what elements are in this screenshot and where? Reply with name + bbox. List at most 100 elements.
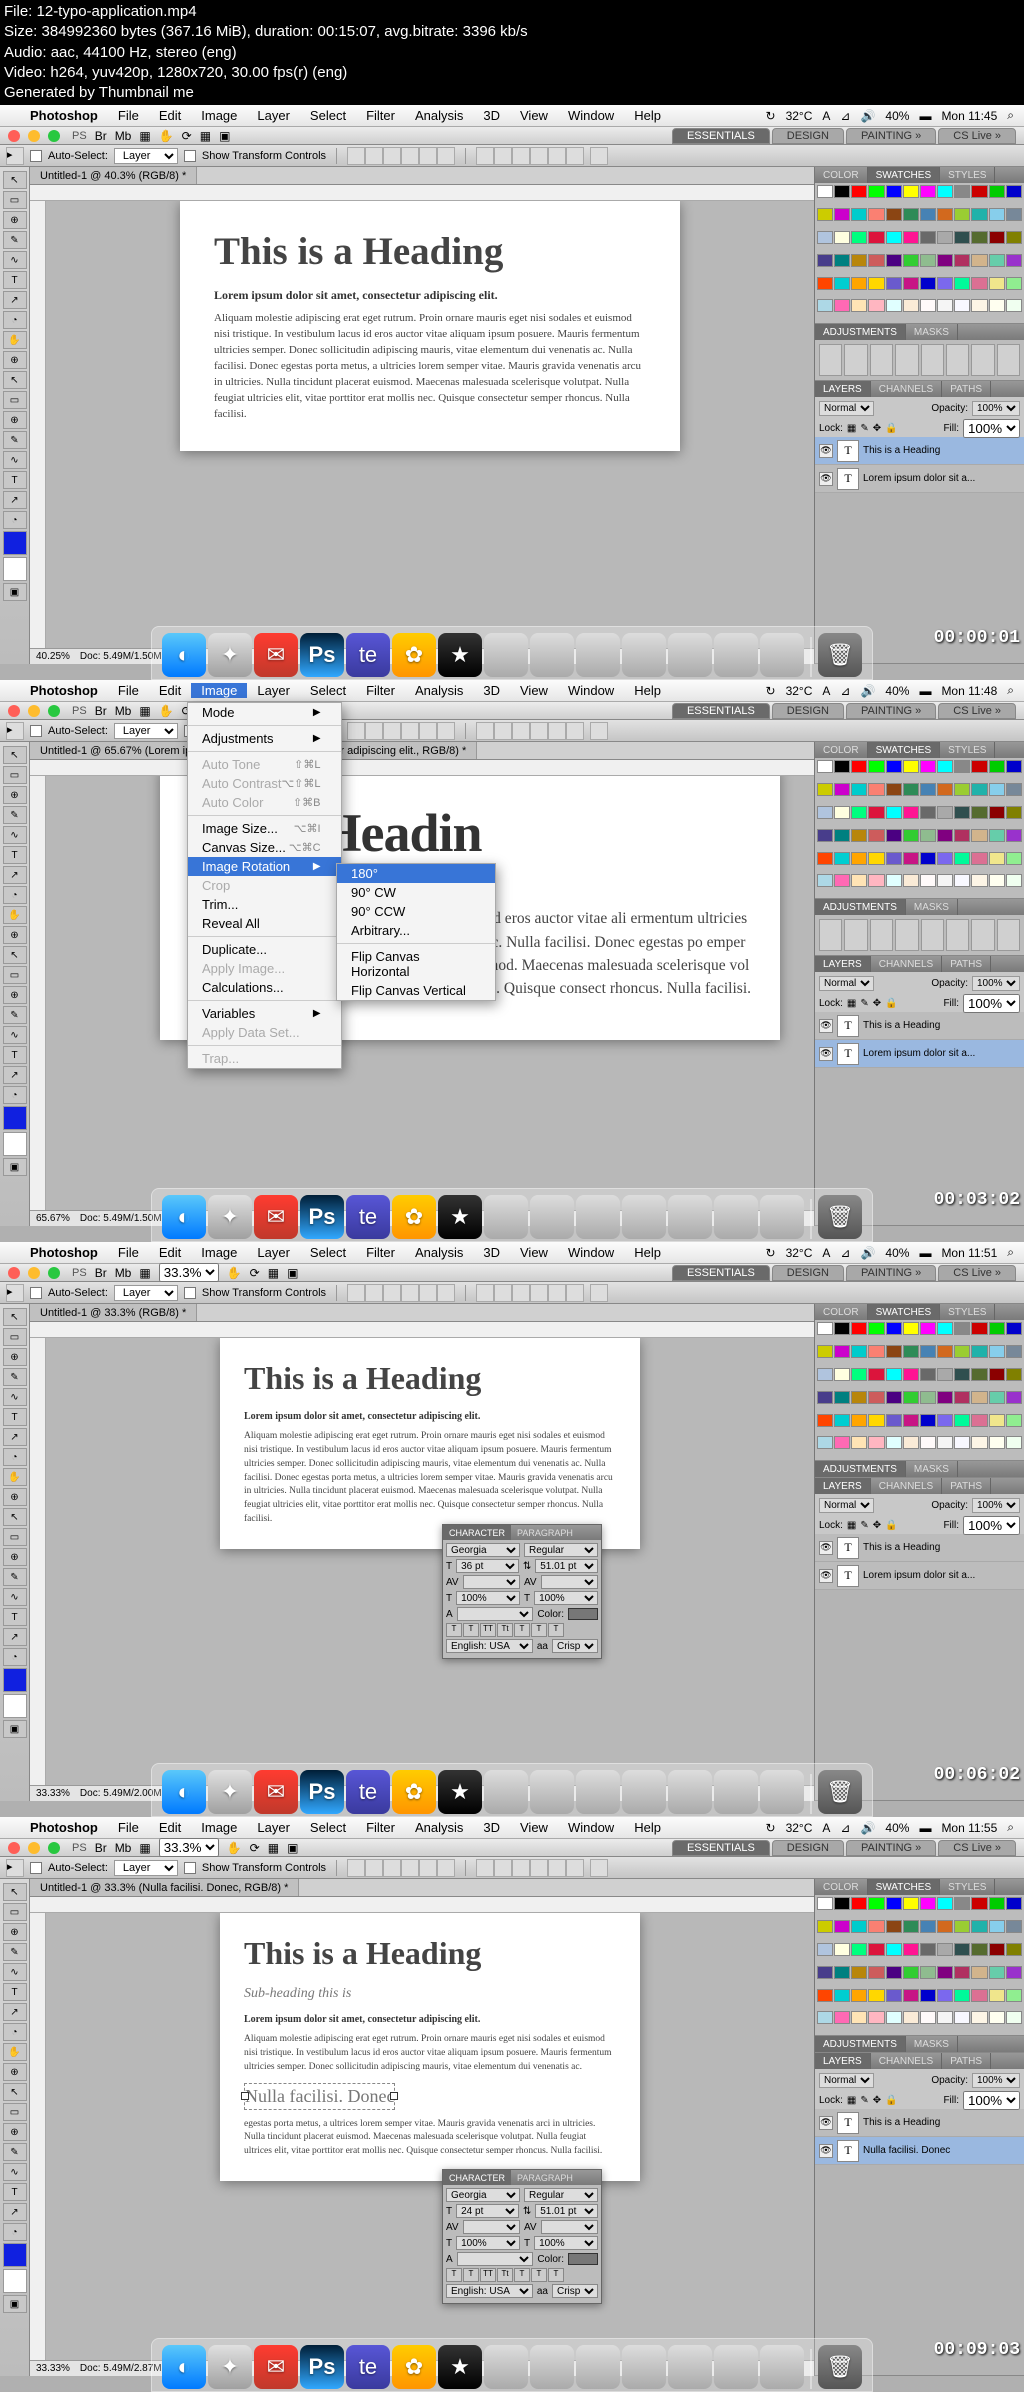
distribute-icon[interactable] bbox=[494, 1859, 512, 1877]
swatch[interactable] bbox=[1006, 1989, 1022, 2002]
show-transform-checkbox[interactable] bbox=[184, 150, 196, 162]
tool-button[interactable]: ↖ bbox=[3, 1308, 27, 1326]
swatch[interactable] bbox=[886, 1322, 902, 1335]
wifi-icon[interactable]: ⊿ bbox=[840, 109, 850, 123]
swatch[interactable] bbox=[989, 277, 1005, 290]
dock-pdf-icon[interactable]: ✉ bbox=[254, 2345, 298, 2389]
tool-button[interactable]: ↗ bbox=[3, 1428, 27, 1446]
swatch[interactable] bbox=[868, 1345, 884, 1358]
swatch[interactable] bbox=[937, 783, 953, 796]
screen-mode-icon[interactable]: ▣ bbox=[219, 129, 230, 143]
swatch[interactable] bbox=[989, 1436, 1005, 1449]
hand-tool-icon[interactable]: ✋ bbox=[159, 129, 174, 143]
swatch[interactable] bbox=[989, 806, 1005, 819]
distribute-icon[interactable] bbox=[530, 722, 548, 740]
tool-button[interactable]: ∿ bbox=[3, 1026, 27, 1044]
vscale-select[interactable]: 100% bbox=[456, 2236, 520, 2250]
align-icon[interactable] bbox=[365, 1284, 383, 1302]
channels-tab[interactable]: CHANNELS bbox=[871, 1478, 942, 1494]
swatch[interactable] bbox=[989, 1966, 1005, 1979]
type-style-button[interactable]: TT bbox=[480, 2268, 496, 2282]
tool-button[interactable]: ⊕ bbox=[3, 1923, 27, 1941]
document-canvas[interactable]: This is a Heading Lorem ipsum dolor sit … bbox=[180, 201, 680, 451]
workspace-tab-cs live[interactable]: CS Live » bbox=[938, 128, 1016, 144]
swatches-tab[interactable]: SWATCHES bbox=[868, 1879, 941, 1895]
tool-button[interactable]: T bbox=[3, 1046, 27, 1064]
type-style-button[interactable]: T bbox=[463, 2268, 479, 2282]
swatch[interactable] bbox=[868, 1322, 884, 1335]
swatch[interactable] bbox=[817, 1436, 833, 1449]
lock-pixels-icon[interactable]: ✎ bbox=[860, 998, 868, 1009]
swatch[interactable] bbox=[868, 1436, 884, 1449]
tool-button[interactable]: ↖ bbox=[3, 371, 27, 389]
swatch[interactable] bbox=[954, 185, 970, 198]
tool-button[interactable]: ⊕ bbox=[3, 1348, 27, 1366]
clock-day[interactable]: Mon 11:48 bbox=[941, 684, 997, 698]
tool-button[interactable]: ✋ bbox=[3, 331, 27, 349]
tool-button[interactable]: ✎ bbox=[3, 1568, 27, 1586]
workspace-tab-design[interactable]: DESIGN bbox=[772, 1265, 844, 1281]
swatch[interactable] bbox=[971, 1920, 987, 1933]
show-transform-checkbox[interactable] bbox=[184, 1862, 196, 1874]
workspace-tab-design[interactable]: DESIGN bbox=[772, 128, 844, 144]
tool-button[interactable]: ↖ bbox=[3, 2083, 27, 2101]
tool-button[interactable]: ◔ bbox=[3, 2023, 27, 2041]
menu-layer[interactable]: Layer bbox=[247, 1245, 300, 1260]
swatch[interactable] bbox=[868, 829, 884, 842]
layer-row[interactable]: 👁 T Lorem ipsum dolor sit a... bbox=[815, 1040, 1024, 1068]
align-icon[interactable] bbox=[365, 722, 383, 740]
swatch[interactable] bbox=[868, 299, 884, 312]
tool-button[interactable]: ▭ bbox=[3, 1328, 27, 1346]
dock-gen-icon[interactable] bbox=[530, 1770, 574, 1814]
layer-name[interactable]: Lorem ipsum dolor sit a... bbox=[863, 473, 1020, 484]
swatch[interactable] bbox=[868, 1966, 884, 1979]
swatch[interactable] bbox=[868, 1414, 884, 1427]
background-color[interactable] bbox=[3, 2269, 27, 2293]
swatch[interactable] bbox=[1006, 1414, 1022, 1427]
align-icon[interactable] bbox=[383, 722, 401, 740]
type-style-button[interactable]: T bbox=[463, 1623, 479, 1637]
dock-photos-icon[interactable]: ✿ bbox=[392, 1770, 436, 1814]
swatch[interactable] bbox=[920, 254, 936, 267]
swatch[interactable] bbox=[954, 1943, 970, 1956]
layer-row[interactable]: 👁 T Nulla facilisi. Donec bbox=[815, 2137, 1024, 2165]
swatch[interactable] bbox=[851, 806, 867, 819]
tool-button[interactable]: T bbox=[3, 1983, 27, 2001]
swatch[interactable] bbox=[886, 231, 902, 244]
dock-ps-icon[interactable]: Ps bbox=[300, 633, 344, 677]
tool-button[interactable]: ✎ bbox=[3, 1006, 27, 1024]
swatch[interactable] bbox=[937, 1345, 953, 1358]
layers-tab[interactable]: LAYERS bbox=[815, 1478, 871, 1494]
layer-visibility-icon[interactable]: 👁 bbox=[819, 444, 833, 458]
align-icon[interactable] bbox=[419, 1859, 437, 1877]
swatch[interactable] bbox=[868, 1897, 884, 1910]
spotlight-icon[interactable]: ⌕ bbox=[1007, 108, 1014, 123]
tool-button[interactable]: T bbox=[3, 1408, 27, 1426]
swatch[interactable] bbox=[817, 1345, 833, 1358]
dock-gen-icon[interactable] bbox=[668, 1770, 712, 1814]
dock-gen-icon[interactable] bbox=[484, 2345, 528, 2389]
baseline-select[interactable] bbox=[457, 2252, 534, 2266]
menu-help[interactable]: Help bbox=[624, 1245, 671, 1260]
swatch[interactable] bbox=[1006, 760, 1022, 773]
distribute-icon[interactable] bbox=[476, 1284, 494, 1302]
layer-row[interactable]: 👁 T This is a Heading bbox=[815, 1534, 1024, 1562]
align-icon[interactable] bbox=[347, 1859, 365, 1877]
masks-tab[interactable]: MASKS bbox=[906, 324, 958, 340]
swatch[interactable] bbox=[886, 874, 902, 887]
adobe-icon[interactable]: A bbox=[822, 684, 830, 698]
swatch[interactable] bbox=[817, 760, 833, 773]
swatch[interactable] bbox=[954, 2011, 970, 2024]
tool-button[interactable]: ⊕ bbox=[3, 1548, 27, 1566]
swatch[interactable] bbox=[971, 874, 987, 887]
quick-mask-button[interactable]: ▣ bbox=[3, 2295, 27, 2313]
leading-select[interactable]: 51.01 pt bbox=[535, 1559, 598, 1573]
swatch[interactable] bbox=[817, 852, 833, 865]
distribute-icon[interactable] bbox=[566, 1859, 584, 1877]
dock-imovie-icon[interactable]: ★ bbox=[438, 1770, 482, 1814]
menu-window[interactable]: Window bbox=[558, 683, 624, 698]
type-style-button[interactable]: T bbox=[531, 2268, 547, 2282]
horizontal-ruler[interactable] bbox=[30, 760, 814, 776]
swatch[interactable] bbox=[817, 1943, 833, 1956]
swatch[interactable] bbox=[851, 874, 867, 887]
